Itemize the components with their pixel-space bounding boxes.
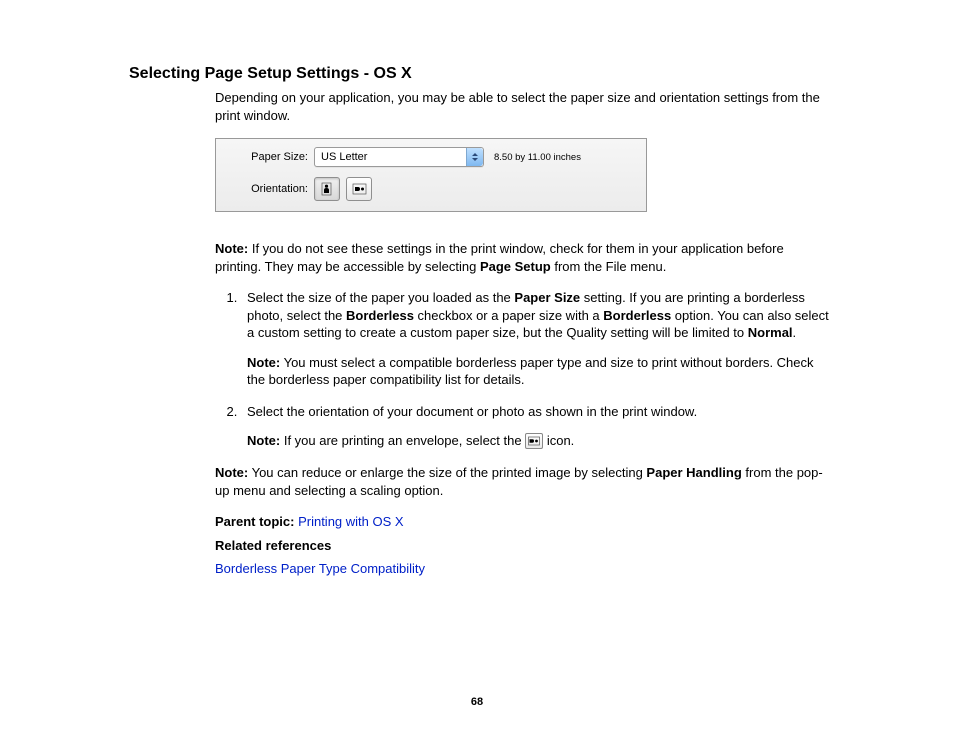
orientation-landscape-button[interactable] xyxy=(346,177,372,201)
related-reference-link[interactable]: Borderless Paper Type Compatibility xyxy=(215,561,425,576)
parent-topic-link[interactable]: Printing with OS X xyxy=(298,514,404,529)
portrait-person-icon xyxy=(321,182,333,196)
paper-size-value: US Letter xyxy=(315,151,466,163)
page-number: 68 xyxy=(0,696,954,708)
parent-topic-line: Parent topic: Printing with OS X xyxy=(215,513,829,531)
landscape-person-icon xyxy=(352,183,367,196)
paper-size-select[interactable]: US Letter xyxy=(314,147,484,167)
related-reference-link-line: Borderless Paper Type Compatibility xyxy=(215,560,829,578)
related-references-label: Related references xyxy=(215,537,829,555)
step-1-note: Note: You must select a compatible borde… xyxy=(247,354,829,389)
step-2-note: Note: If you are printing an envelope, s… xyxy=(247,432,829,450)
note-1: Note: If you do not see these settings i… xyxy=(215,240,829,275)
orientation-portrait-button[interactable] xyxy=(314,177,340,201)
page-heading: Selecting Page Setup Settings - OS X xyxy=(129,65,829,83)
landscape-envelope-icon xyxy=(525,433,543,449)
step-2: Select the orientation of your document … xyxy=(241,403,829,450)
select-stepper-icon[interactable] xyxy=(466,148,483,166)
note-3: Note: You can reduce or enlarge the size… xyxy=(215,464,829,499)
step-1: Select the size of the paper you loaded … xyxy=(241,289,829,389)
page-setup-screenshot: Paper Size: US Letter 8.50 by 11.00 inch… xyxy=(215,138,647,212)
paper-dimensions: 8.50 by 11.00 inches xyxy=(494,152,581,163)
paper-size-label: Paper Size: xyxy=(226,151,314,163)
steps-list: Select the size of the paper you loaded … xyxy=(215,289,829,450)
orientation-label: Orientation: xyxy=(226,183,314,195)
intro-paragraph: Depending on your application, you may b… xyxy=(215,89,829,124)
